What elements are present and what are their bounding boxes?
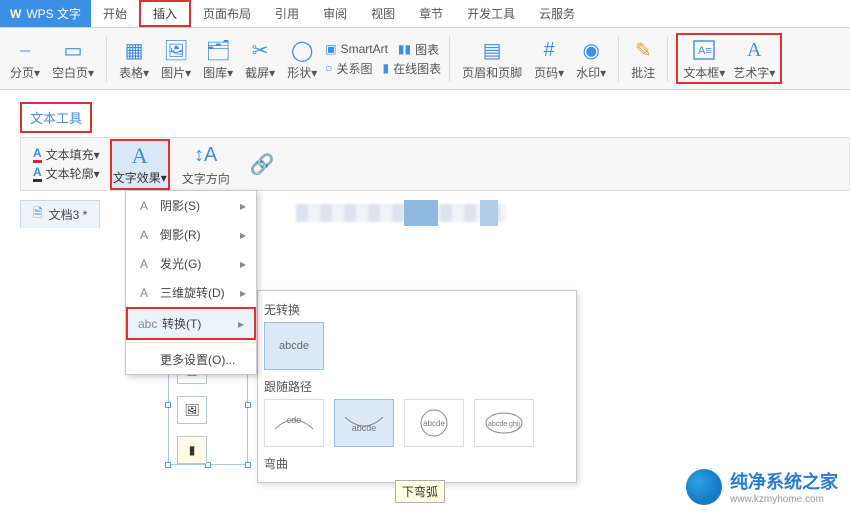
section-warp: 弯曲 [264, 455, 570, 472]
glow-icon: A [136, 257, 152, 271]
page-number-button[interactable]: # 页码▾ [530, 36, 568, 81]
text-effects-button[interactable]: A 文字效果▾ [110, 139, 170, 190]
transform-none-option[interactable]: abcde [264, 322, 324, 370]
tab-review[interactable]: 审阅 [311, 0, 359, 27]
comment-icon: ✎ [635, 36, 652, 64]
page-number-icon: # [544, 36, 555, 64]
relation-button[interactable]: ○ 关系图 [325, 60, 372, 77]
svg-text:abcde: abcde [423, 419, 445, 428]
submenu-arrow-icon: ▸ [240, 228, 246, 242]
tab-references[interactable]: 引用 [263, 0, 311, 27]
svg-text:abcde: abcde [352, 423, 377, 433]
section-no-transform: 无转换 [264, 301, 570, 318]
text-tools-ribbon: A 文本填充▾ A 文本轮廓▾ A 文字效果▾ ↕A 文字方向 🔗 [20, 137, 850, 191]
app-brand-text: WPS 文字 [26, 5, 81, 22]
menu-more-settings[interactable]: 更多设置(O)... [126, 345, 256, 374]
transform-path4-option[interactable]: abcde ghij [474, 399, 534, 447]
screenshot-icon: ✂ [252, 36, 269, 64]
menu-shadow[interactable]: A 阴影(S) ▸ [126, 191, 256, 220]
menu-reflection[interactable]: A 倒影(R) ▸ [126, 220, 256, 249]
wordart-icon: A [747, 36, 761, 64]
watermark-button[interactable]: ◉ 水印▾ [572, 36, 610, 81]
site-logo-icon [686, 469, 722, 505]
screenshot-button[interactable]: ✂ 截屏▾ [241, 36, 279, 81]
page-break-button[interactable]: ⎯ 分页▾ [6, 36, 44, 81]
tab-insert[interactable]: 插入 [139, 0, 191, 27]
text-tools-tab[interactable]: 文本工具 [20, 102, 92, 133]
app-brand: W WPS 文字 [0, 0, 91, 27]
menu-glow[interactable]: A 发光(G) ▸ [126, 249, 256, 278]
menu-3d-rotation[interactable]: A 三维旋转(D) ▸ [126, 278, 256, 307]
smartart-button[interactable]: ▣ SmartArt [325, 41, 388, 58]
watermark-icon: ◉ [582, 36, 599, 64]
blurred-content [296, 204, 506, 222]
text-fill-icon: A [33, 146, 42, 163]
comment-button[interactable]: ✎ 批注 [627, 36, 659, 81]
header-footer-button[interactable]: ▤ 页眉和页脚 [458, 36, 526, 81]
picture-icon: 🖼 [163, 36, 188, 64]
reflection-icon: A [136, 228, 152, 242]
document-icon: 🗎 [33, 204, 43, 225]
tab-chapter[interactable]: 章节 [407, 0, 455, 27]
blurred-content [404, 200, 438, 226]
document-tab[interactable]: 🗎 文档3 * [20, 200, 100, 228]
blank-page-icon: ▭ [64, 36, 83, 64]
blurred-content [480, 200, 498, 226]
chart-button[interactable]: ▮▮ 图表 [398, 41, 439, 58]
text-direction-button[interactable]: ↕A 文字方向 [174, 142, 238, 187]
text-box-button[interactable]: A≡ 文本框▾ [679, 36, 729, 81]
submenu-arrow-icon: ▸ [240, 257, 246, 271]
blank-page-button[interactable]: ▭ 空白页▾ [48, 36, 98, 81]
shapes-button[interactable]: ◯ 形状▾ [283, 36, 321, 81]
transform-path2-option[interactable]: abcde [334, 399, 394, 447]
text-box-icon: A≡ [693, 36, 715, 64]
picture-button[interactable]: 🖼 图片▾ [157, 36, 195, 81]
thumb-image: 🖼 [177, 396, 207, 424]
menu-transform[interactable]: abc 转换(T) ▸ [126, 307, 256, 340]
thumb-chart: ▮ [177, 436, 207, 464]
shadow-icon: A [136, 199, 152, 213]
wps-logo-icon: W [10, 7, 21, 21]
site-watermark: 纯净系统之家 www.kzmyhome.com [686, 468, 838, 505]
wordart-button[interactable]: A 艺术字▾ [729, 36, 779, 81]
text-effects-menu: A 阴影(S) ▸ A 倒影(R) ▸ A 发光(G) ▸ A 三维旋转(D) … [125, 190, 257, 375]
link-icon[interactable]: 🔗 [242, 150, 283, 178]
submenu-arrow-icon: ▸ [238, 317, 244, 331]
shapes-icon: ◯ [291, 36, 313, 64]
gallery-icon: 🗂 [205, 36, 230, 64]
table-icon: ▦ [125, 36, 144, 64]
tab-page-layout[interactable]: 页面布局 [191, 0, 263, 27]
insert-ribbon: ⎯ 分页▾ ▭ 空白页▾ ▦ 表格▾ 🖼 图片▾ 🗂 图库▾ ✂ 截屏▾ ◯ 形… [0, 28, 850, 90]
tab-developer[interactable]: 开发工具 [455, 0, 527, 27]
transform-submenu: 无转换 abcde 跟随路径 cde abcde abcde abcde ghi… [257, 290, 577, 483]
header-footer-icon: ▤ [483, 36, 502, 64]
page-break-icon: ⎯ [20, 36, 30, 64]
online-chart-icon: ▮ [382, 61, 389, 75]
rotation3d-icon: A [136, 286, 152, 300]
transform-path3-option[interactable]: abcde [404, 399, 464, 447]
svg-text:A≡: A≡ [698, 45, 712, 57]
gallery-button[interactable]: 🗂 图库▾ [199, 36, 237, 81]
relation-icon: ○ [325, 61, 332, 75]
section-follow-path: 跟随路径 [264, 378, 570, 395]
text-fill-button[interactable]: A 文本填充▾ [33, 146, 100, 163]
table-button[interactable]: ▦ 表格▾ [115, 36, 153, 81]
text-outline-icon: A [33, 165, 42, 182]
text-direction-icon: ↕A [194, 142, 217, 170]
online-chart-button[interactable]: ▮ 在线图表 [382, 60, 441, 77]
transform-tooltip: 下弯弧 [395, 480, 445, 503]
tab-start[interactable]: 开始 [91, 0, 139, 27]
svg-text:abcde ghij: abcde ghij [488, 421, 520, 428]
chart-icon: ▮▮ [398, 42, 411, 56]
svg-text:cde: cde [287, 415, 302, 425]
text-outline-button[interactable]: A 文本轮廓▾ [33, 165, 100, 182]
tab-cloud[interactable]: 云服务 [527, 0, 587, 27]
tab-view[interactable]: 视图 [359, 0, 407, 27]
text-effects-icon: A [132, 143, 148, 169]
transform-path1-option[interactable]: cde [264, 399, 324, 447]
submenu-arrow-icon: ▸ [240, 286, 246, 300]
submenu-arrow-icon: ▸ [240, 199, 246, 213]
smartart-icon: ▣ [325, 42, 336, 56]
transform-icon: abc [138, 317, 154, 331]
